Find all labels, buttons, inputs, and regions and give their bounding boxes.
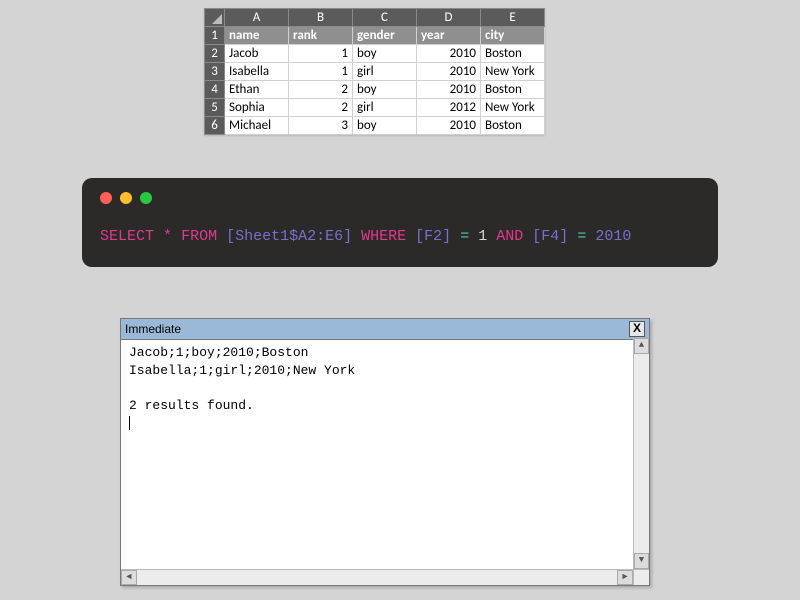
cell[interactable]: 2010 xyxy=(417,63,481,81)
cell[interactable]: boy xyxy=(353,117,417,135)
scroll-left-button[interactable]: ◄ xyxy=(121,570,137,585)
cell[interactable]: 2012 xyxy=(417,99,481,117)
immediate-title: Immediate xyxy=(125,322,181,336)
close-button[interactable]: X xyxy=(629,321,645,337)
cell[interactable]: New York xyxy=(481,99,545,117)
immediate-titlebar[interactable]: Immediate X xyxy=(121,319,649,340)
header-rank[interactable]: rank xyxy=(289,27,353,45)
table-row[interactable]: 4 Ethan 2 boy 2010 Boston xyxy=(205,81,545,99)
cell[interactable]: 2 xyxy=(289,99,353,117)
kw-select: SELECT xyxy=(100,228,154,245)
lit-2010: 2010 xyxy=(595,228,631,245)
cell[interactable]: boy xyxy=(353,45,417,63)
cell[interactable]: girl xyxy=(353,63,417,81)
output-line: Isabella;1;girl;2010;New York xyxy=(129,363,355,378)
header-gender[interactable]: gender xyxy=(353,27,417,45)
header-name[interactable]: name xyxy=(225,27,289,45)
immediate-output[interactable]: Jacob;1;boy;2010;Boston Isabella;1;girl;… xyxy=(121,338,633,569)
colhead-a[interactable]: A xyxy=(225,9,289,27)
table-row[interactable]: 2 Jacob 1 boy 2010 Boston xyxy=(205,45,545,63)
cell[interactable]: 2 xyxy=(289,81,353,99)
scroll-up-button[interactable]: ▲ xyxy=(634,338,649,354)
cell[interactable]: Jacob xyxy=(225,45,289,63)
lit-1: 1 xyxy=(478,228,487,245)
cell[interactable]: Ethan xyxy=(225,81,289,99)
resize-grip[interactable] xyxy=(633,569,649,585)
table-row[interactable]: 3 Isabella 1 girl 2010 New York xyxy=(205,63,545,81)
spreadsheet[interactable]: A B C D E 1 name rank gender year city 2… xyxy=(204,8,545,135)
select-all-corner[interactable] xyxy=(205,9,225,27)
table-ref: [Sheet1$A2:E6] xyxy=(226,228,352,245)
zoom-dot-icon[interactable] xyxy=(140,192,152,204)
rowhead-4[interactable]: 4 xyxy=(205,81,225,99)
op-star: * xyxy=(163,228,172,245)
cell[interactable]: 3 xyxy=(289,117,353,135)
cell[interactable]: 1 xyxy=(289,63,353,81)
cell[interactable]: 2010 xyxy=(417,117,481,135)
table-row[interactable]: 5 Sophia 2 girl 2012 New York xyxy=(205,99,545,117)
kw-and: AND xyxy=(496,228,523,245)
colhead-b[interactable]: B xyxy=(289,9,353,27)
cell[interactable]: New York xyxy=(481,63,545,81)
kw-where: WHERE xyxy=(361,228,406,245)
scroll-right-button[interactable]: ► xyxy=(617,570,633,585)
minimize-dot-icon[interactable] xyxy=(120,192,132,204)
horizontal-scrollbar[interactable]: ◄ ► xyxy=(121,569,633,585)
op-eq2: = xyxy=(577,228,586,245)
table-row[interactable]: 6 Michael 3 boy 2010 Boston xyxy=(205,117,545,135)
colhead-d[interactable]: D xyxy=(417,9,481,27)
cell[interactable]: Boston xyxy=(481,81,545,99)
text-cursor-icon xyxy=(129,416,130,430)
rowhead-1[interactable]: 1 xyxy=(205,27,225,45)
cell[interactable]: Michael xyxy=(225,117,289,135)
result-count: 2 results found. xyxy=(129,398,254,413)
output-line: Jacob;1;boy;2010;Boston xyxy=(129,345,308,360)
colhead-c[interactable]: C xyxy=(353,9,417,27)
rowhead-5[interactable]: 5 xyxy=(205,99,225,117)
window-dots xyxy=(100,192,700,204)
rowhead-2[interactable]: 2 xyxy=(205,45,225,63)
field-f2: [F2] xyxy=(415,228,451,245)
field-f4: [F4] xyxy=(532,228,568,245)
sql-query: SELECT * FROM [Sheet1$A2:E6] WHERE [F2] … xyxy=(100,226,700,249)
cell[interactable]: 2010 xyxy=(417,81,481,99)
kw-from: FROM xyxy=(181,228,217,245)
cell[interactable]: girl xyxy=(353,99,417,117)
cell[interactable]: Boston xyxy=(481,117,545,135)
close-dot-icon[interactable] xyxy=(100,192,112,204)
op-eq: = xyxy=(460,228,469,245)
rowhead-6[interactable]: 6 xyxy=(205,117,225,135)
cell[interactable]: Sophia xyxy=(225,99,289,117)
vertical-scrollbar[interactable]: ▲ ▼ xyxy=(633,338,649,569)
header-city[interactable]: city xyxy=(481,27,545,45)
cell[interactable]: 1 xyxy=(289,45,353,63)
code-window: SELECT * FROM [Sheet1$A2:E6] WHERE [F2] … xyxy=(82,178,718,267)
cell[interactable]: Isabella xyxy=(225,63,289,81)
rowhead-3[interactable]: 3 xyxy=(205,63,225,81)
scroll-down-button[interactable]: ▼ xyxy=(634,553,649,569)
header-year[interactable]: year xyxy=(417,27,481,45)
colhead-e[interactable]: E xyxy=(481,9,545,27)
cell[interactable]: 2010 xyxy=(417,45,481,63)
immediate-window: Immediate X Jacob;1;boy;2010;Boston Isab… xyxy=(120,318,650,586)
cell[interactable]: boy xyxy=(353,81,417,99)
cell[interactable]: Boston xyxy=(481,45,545,63)
